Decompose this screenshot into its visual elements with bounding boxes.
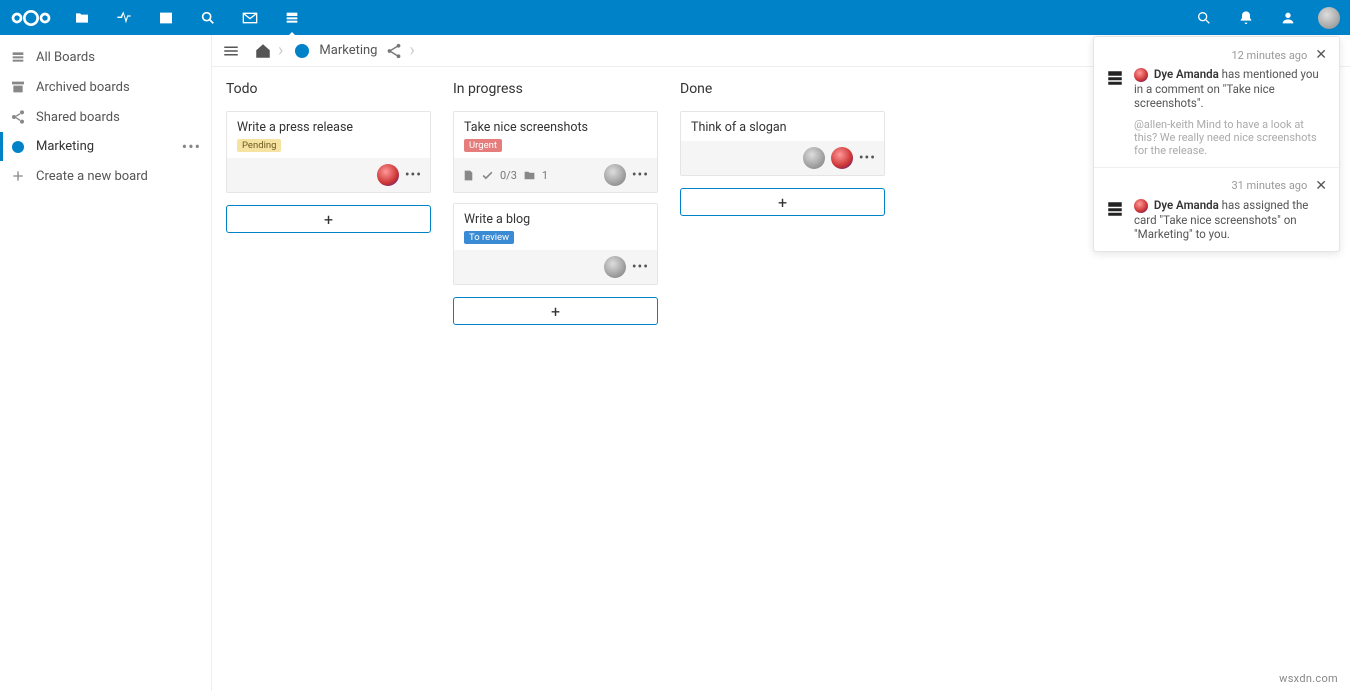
watermark: wsxdn.com <box>1279 672 1338 685</box>
attach-count: 1 <box>542 169 548 182</box>
tasks-count: 0/3 <box>500 169 517 182</box>
mail-icon[interactable] <box>238 6 262 30</box>
sidebar-create-board[interactable]: Create a new board <box>0 161 211 191</box>
assignee-avatar[interactable] <box>377 164 399 186</box>
assignee-avatar[interactable] <box>604 164 626 186</box>
notification[interactable]: 31 minutes ago ✕ Dye Amanda has assigned… <box>1094 168 1339 251</box>
notification-text: Dye Amanda has mentioned you in a commen… <box>1134 67 1327 157</box>
card[interactable]: Think of a slogan ••• <box>680 111 885 176</box>
home-icon[interactable] <box>254 42 272 60</box>
share-icon[interactable] <box>385 42 403 60</box>
sidebar-board-marketing[interactable]: Marketing ••• <box>0 132 211 161</box>
card-more-icon[interactable]: ••• <box>405 172 422 178</box>
card-title: Write a press release <box>237 120 420 135</box>
sidebar: All Boards Archived boards Shared boards… <box>0 35 212 691</box>
card[interactable]: Take nice screenshots Urgent 0/3 1 ••• <box>453 111 658 193</box>
activity-icon[interactable] <box>112 6 136 30</box>
deck-icon[interactable] <box>280 6 304 30</box>
sidebar-shared[interactable]: Shared boards <box>0 102 211 132</box>
card-title: Think of a slogan <box>691 120 874 135</box>
assignee-avatar[interactable] <box>831 147 853 169</box>
close-icon[interactable]: ✕ <box>1315 178 1327 194</box>
sidebar-item-label: Shared boards <box>36 110 120 125</box>
notification-subtext: @allen-keith Mind to have a look at this… <box>1134 118 1327 157</box>
board-color-dot <box>12 141 24 153</box>
actor-avatar <box>1134 199 1148 213</box>
search-icon[interactable] <box>1192 6 1216 30</box>
badge-urgent: Urgent <box>464 139 502 152</box>
search-app-icon[interactable] <box>196 6 220 30</box>
sidebar-item-label: Create a new board <box>36 169 148 184</box>
files-icon[interactable] <box>70 6 94 30</box>
card-more-icon[interactable]: ••• <box>632 264 649 270</box>
column-title: Todo <box>226 81 431 97</box>
hamburger-icon[interactable] <box>222 42 240 60</box>
card-more-icon[interactable]: ••• <box>632 172 649 178</box>
sidebar-item-label: Archived boards <box>36 80 130 95</box>
notification-text: Dye Amanda has assigned the card "Take n… <box>1134 198 1327 241</box>
card[interactable]: Write a press release Pending ••• <box>226 111 431 193</box>
actor-avatar <box>1134 68 1148 82</box>
gallery-icon[interactable] <box>154 6 178 30</box>
close-icon[interactable]: ✕ <box>1315 47 1327 63</box>
notifications-icon[interactable] <box>1234 6 1258 30</box>
column-title: In progress <box>453 81 658 97</box>
user-avatar[interactable] <box>1318 7 1340 29</box>
deck-app-icon <box>1106 69 1124 87</box>
card-title: Take nice screenshots <box>464 120 647 135</box>
add-card-button[interactable]: + <box>226 205 431 233</box>
column-title: Done <box>680 81 885 97</box>
breadcrumb-chevron: › <box>276 40 285 61</box>
column-todo: Todo Write a press release Pending ••• + <box>226 81 431 691</box>
board-color-icon <box>295 44 309 58</box>
contacts-icon[interactable] <box>1276 6 1300 30</box>
assignee-avatar[interactable] <box>604 256 626 278</box>
notifications-panel: 12 minutes ago ✕ Dye Amanda has mentione… <box>1093 36 1340 252</box>
badge-pending: Pending <box>237 139 281 152</box>
badge-review: To review <box>464 231 514 244</box>
column-inprogress: In progress Take nice screenshots Urgent… <box>453 81 658 691</box>
notification-time: 12 minutes ago <box>1231 49 1307 62</box>
card-title: Write a blog <box>464 212 647 227</box>
add-card-button[interactable]: + <box>453 297 658 325</box>
notification-time: 31 minutes ago <box>1231 179 1307 192</box>
sidebar-item-label: Marketing <box>36 139 94 154</box>
assignee-avatar[interactable] <box>803 147 825 169</box>
sidebar-all-boards[interactable]: All Boards <box>0 42 211 72</box>
check-icon <box>481 169 494 182</box>
sidebar-item-label: All Boards <box>36 50 95 65</box>
description-icon <box>462 169 475 182</box>
breadcrumb-board[interactable]: Marketing <box>319 43 377 58</box>
nextcloud-logo[interactable] <box>10 8 52 28</box>
breadcrumb-chevron: › <box>407 40 416 61</box>
notification[interactable]: 12 minutes ago ✕ Dye Amanda has mentione… <box>1094 37 1339 168</box>
attachment-icon <box>523 169 536 182</box>
card[interactable]: Write a blog To review ••• <box>453 203 658 285</box>
card-more-icon[interactable]: ••• <box>859 155 876 161</box>
column-done: Done Think of a slogan ••• + <box>680 81 885 691</box>
deck-app-icon <box>1106 200 1124 218</box>
board-more-icon[interactable]: ••• <box>182 143 201 151</box>
add-card-button[interactable]: + <box>680 188 885 216</box>
app-header <box>0 0 1350 35</box>
sidebar-archived[interactable]: Archived boards <box>0 72 211 102</box>
